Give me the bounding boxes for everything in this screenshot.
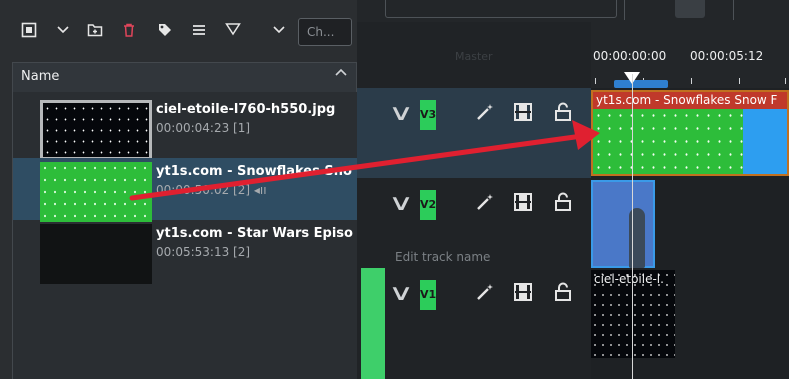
name-column-header[interactable]: Name <box>12 62 357 92</box>
divider <box>624 0 625 20</box>
ruler-tick <box>739 78 740 84</box>
track-target-bar[interactable] <box>361 268 385 358</box>
clip-thumbnail <box>593 109 743 174</box>
menu-icon[interactable] <box>190 22 208 40</box>
track-header-v1[interactable]: ∨ V1 <box>357 268 591 358</box>
track-header-a1[interactable] <box>357 358 591 379</box>
list-item[interactable]: yt1s.com - Snowflakes Sno 00:00:50:02 [2… <box>13 158 358 222</box>
filter-icon[interactable] <box>224 22 242 40</box>
track-target-bar[interactable] <box>361 358 385 379</box>
master-label: Master <box>455 50 493 63</box>
timeline-clip[interactable]: yt1s.com - Snowflakes Snow F <box>591 90 789 176</box>
timeline-clip[interactable] <box>591 180 655 268</box>
collapse-chevron-icon[interactable]: ∨ <box>388 193 414 215</box>
timecode-label: 00:00:05:12 <box>690 49 764 63</box>
track-header-v2[interactable]: ∨ V2 Edit track name <box>357 178 591 268</box>
timecode-label: 00:00:00:00 <box>593 49 667 63</box>
clip-thumbnail <box>40 162 152 222</box>
track-name-field[interactable]: Edit track name <box>395 250 490 264</box>
zone-bar[interactable] <box>614 80 668 88</box>
film-icon[interactable] <box>513 282 533 307</box>
view-mode-icon[interactable] <box>20 22 38 40</box>
project-bin: Ch... Name ciel-etoile-l760-h550.jpg 00:… <box>0 0 358 379</box>
timeline-toolbar <box>357 0 789 22</box>
film-icon[interactable] <box>513 102 533 127</box>
clip-title: ciel-etoile-l760-h550.jpg <box>156 102 336 117</box>
ruler-tick <box>785 78 786 84</box>
ruler-tick <box>595 78 596 84</box>
effect-wand-icon[interactable] <box>475 192 495 217</box>
bin-toolbar: Ch... <box>0 8 357 54</box>
name-column-label: Name <box>21 69 60 84</box>
effect-wand-icon[interactable] <box>475 102 495 127</box>
clip-thumbnail <box>40 224 152 284</box>
chevron-down-icon[interactable] <box>54 22 72 40</box>
list-item[interactable]: yt1s.com - Star Wars Episo 00:05:53:13 [… <box>13 220 358 284</box>
clip-thumbnail <box>743 109 787 174</box>
clip-list: ciel-etoile-l760-h550.jpg 00:00:04:23 [1… <box>12 92 358 379</box>
timeline-button[interactable] <box>675 0 705 18</box>
timeline-field[interactable] <box>385 0 617 18</box>
clip-duration: 00:00:50:02 [2] ◂ıı <box>156 183 267 197</box>
playhead-line <box>632 74 633 379</box>
lane-v1: ciel-etoile-l. <box>591 268 789 358</box>
lock-icon[interactable] <box>553 282 573 307</box>
search-input[interactable]: Ch... <box>298 18 352 46</box>
add-folder-icon[interactable] <box>86 22 104 40</box>
clip-label: yt1s.com - Snowflakes Snow F <box>593 92 787 109</box>
lane-v3: yt1s.com - Snowflakes Snow F <box>591 88 789 178</box>
film-icon[interactable] <box>513 192 533 217</box>
clip-duration: 00:05:53:13 [2] <box>156 245 251 259</box>
clip-title: yt1s.com - Star Wars Episo <box>156 226 353 241</box>
collapse-chevron-icon[interactable]: ∨ <box>388 283 414 305</box>
app-window: Ch... Name ciel-etoile-l760-h550.jpg 00:… <box>0 0 789 379</box>
list-item[interactable]: ciel-etoile-l760-h550.jpg 00:00:04:23 [1… <box>13 96 358 160</box>
track-name[interactable]: V1 <box>420 280 436 310</box>
clip-label: ciel-etoile-l. <box>594 272 664 286</box>
playhead-marker[interactable] <box>614 72 668 88</box>
divider <box>733 0 734 20</box>
track-name[interactable]: V3 <box>420 100 436 130</box>
lock-icon[interactable] <box>553 192 573 217</box>
chevron-up-icon[interactable] <box>334 66 348 84</box>
clip-thumbnail <box>40 100 152 160</box>
tag-icon[interactable] <box>156 22 174 40</box>
clip-title: yt1s.com - Snowflakes Sno <box>156 164 352 179</box>
time-ruler[interactable]: 00:00:00:00 00:00:05:12 <box>591 22 789 88</box>
track-header-v3[interactable]: ∨ V3 <box>357 88 591 178</box>
lock-icon[interactable] <box>553 102 573 127</box>
clip-duration: 00:00:04:23 [1] <box>156 121 251 135</box>
lane-v2 <box>591 178 789 268</box>
timeline-clip[interactable]: ciel-etoile-l. <box>591 270 675 358</box>
effect-wand-icon[interactable] <box>475 282 495 307</box>
ruler-tick <box>691 78 692 84</box>
timeline: Master 00:00:00:00 00:00:05:12 ∨ V3 yt1s… <box>357 0 789 379</box>
filter-chevron-down-icon[interactable] <box>270 22 288 40</box>
delete-icon[interactable] <box>120 22 138 40</box>
collapse-chevron-icon[interactable]: ∨ <box>388 103 414 125</box>
track-name[interactable]: V2 <box>420 190 436 220</box>
